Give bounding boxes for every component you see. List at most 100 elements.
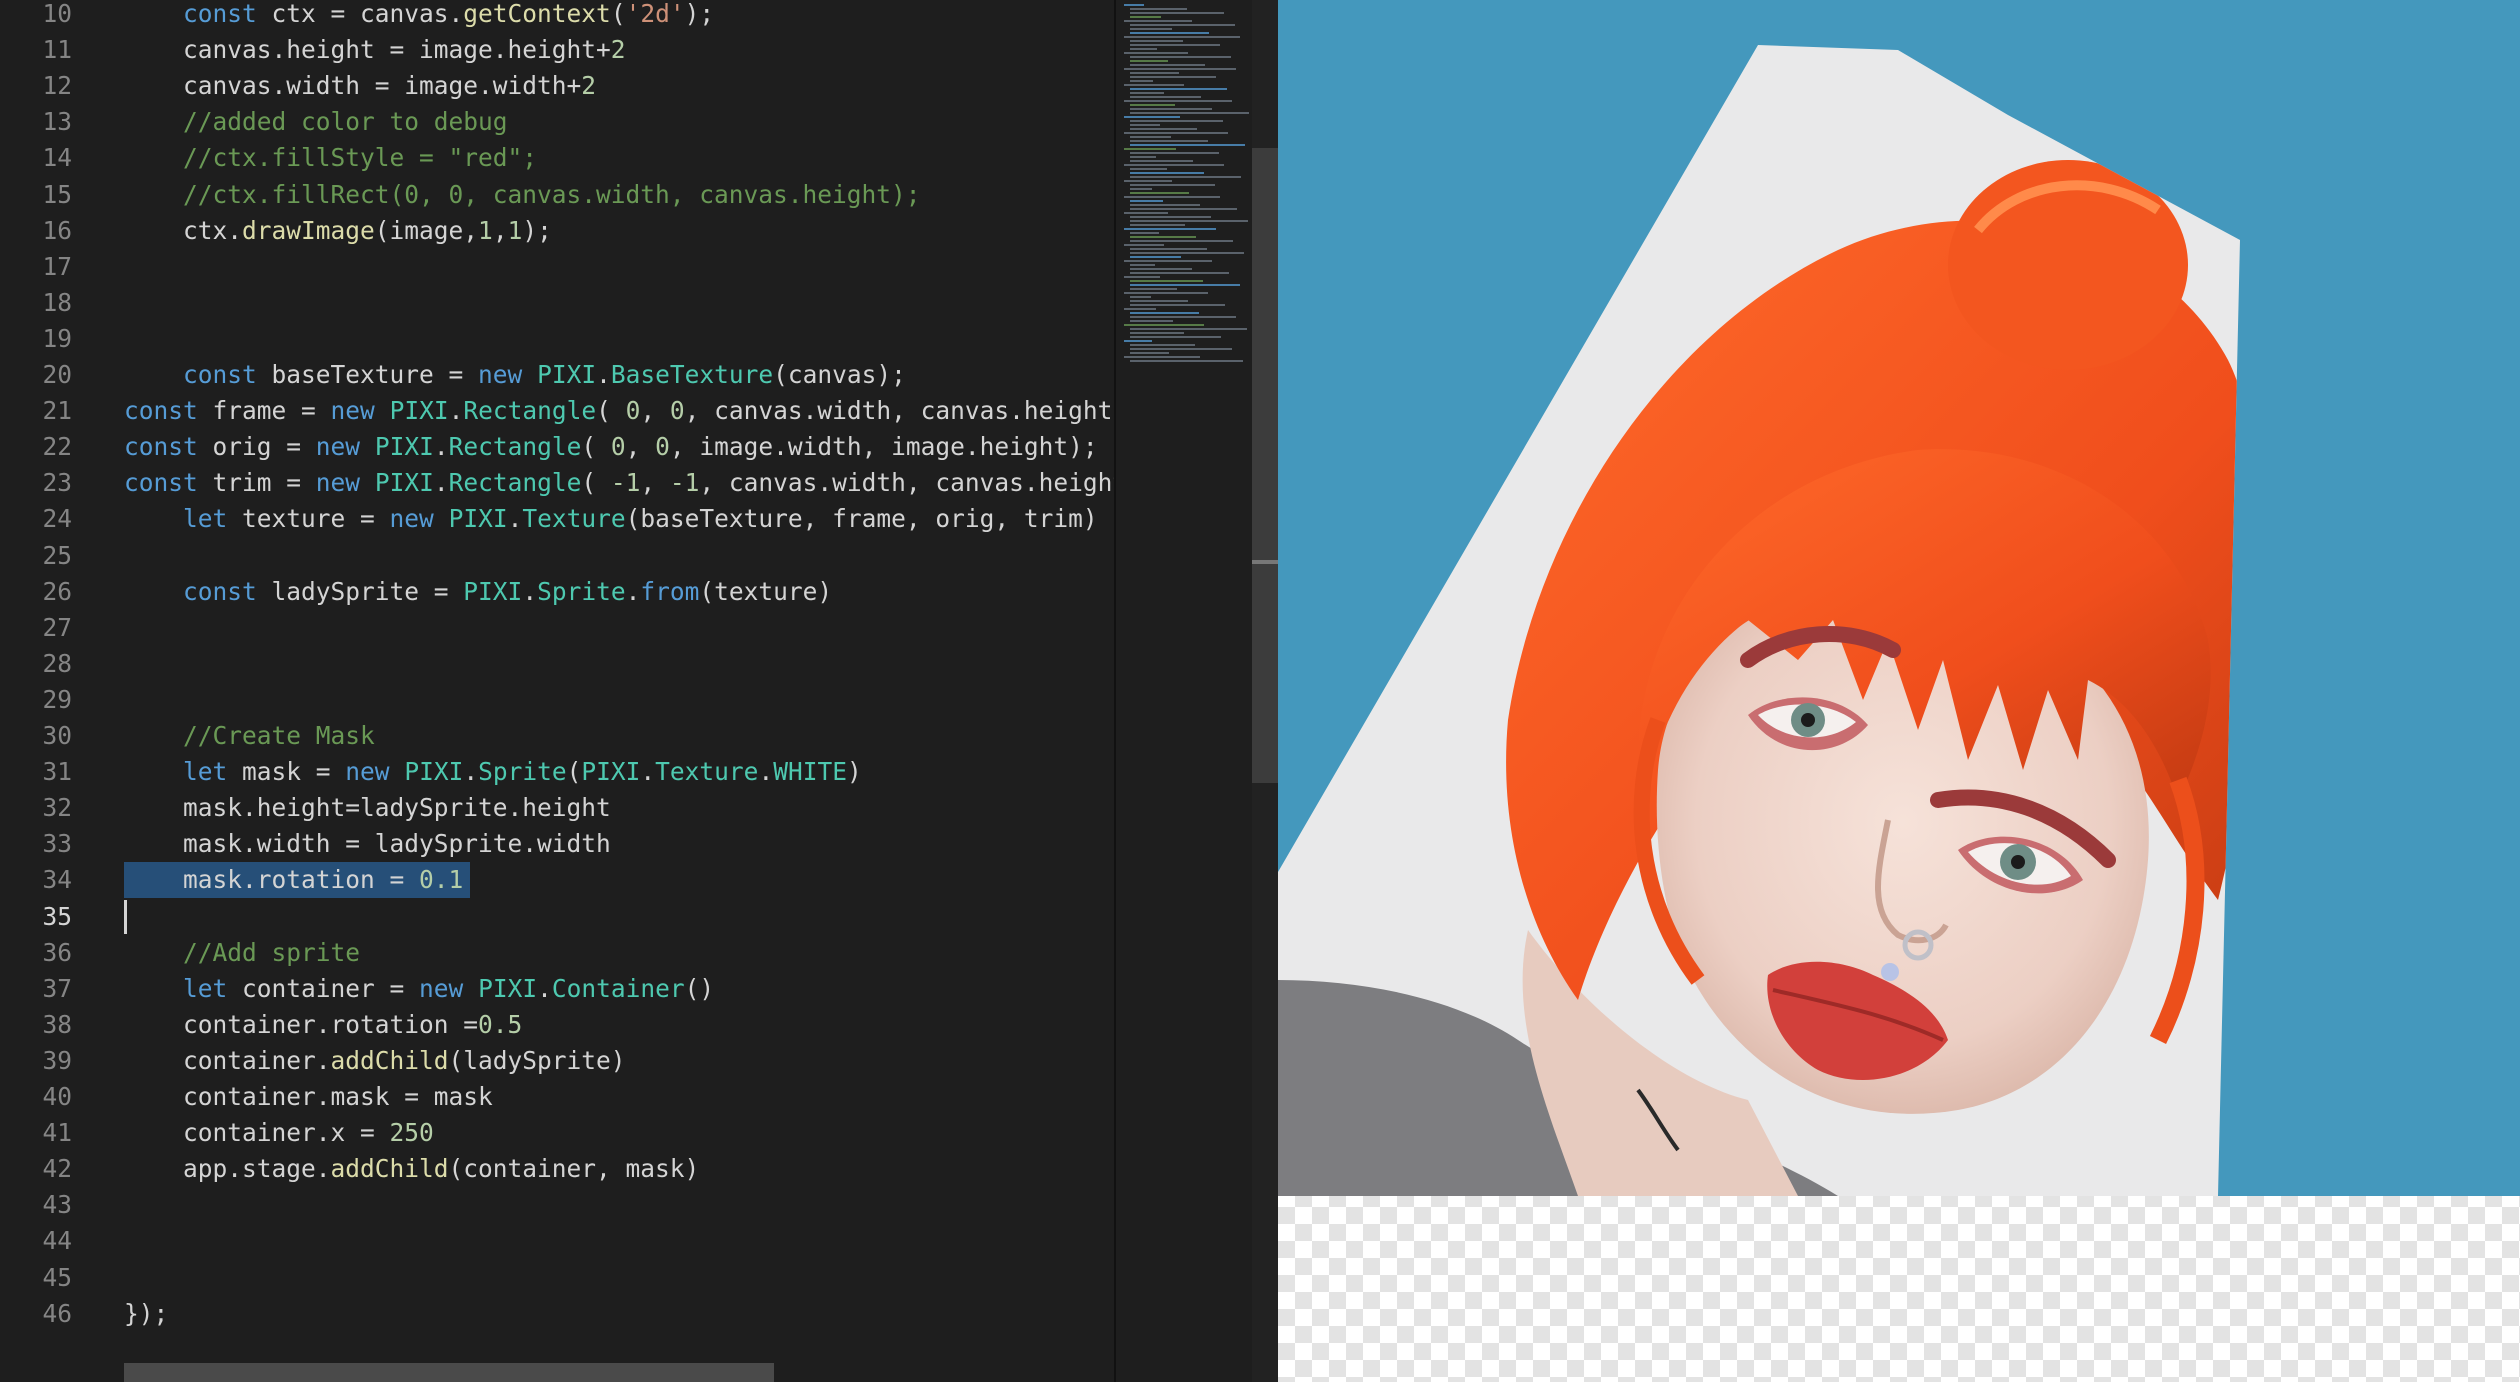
- code-token: .: [433, 468, 449, 498]
- code-token: 0.1: [419, 865, 464, 895]
- code-line[interactable]: 14 //ctx.fillStyle = "red";: [0, 140, 1114, 176]
- code-text: //Add sprite: [124, 935, 360, 971]
- code-token: Texture: [655, 757, 759, 787]
- code-line[interactable]: 33 mask.width = ladySprite.width: [0, 826, 1114, 862]
- line-number: 27: [42, 612, 72, 642]
- code-line[interactable]: 34 mask.rotation = 0.1: [0, 862, 1114, 898]
- code-token: getContext: [463, 0, 611, 28]
- code-token: .: [758, 757, 774, 787]
- line-number: 44: [42, 1226, 72, 1256]
- line-number: 29: [42, 684, 72, 714]
- code-token: 0: [610, 432, 626, 462]
- code-line[interactable]: 18: [0, 285, 1114, 321]
- code-line[interactable]: 44: [0, 1223, 1114, 1259]
- code-line[interactable]: 28: [0, 646, 1114, 682]
- line-number: 37: [42, 973, 72, 1003]
- code-editor[interactable]: 10 const ctx = canvas.getContext('2d'); 1…: [0, 0, 1114, 1382]
- code-line[interactable]: 40 container.mask = mask: [0, 1079, 1114, 1115]
- code-token: addChild: [330, 1154, 449, 1184]
- minimap-line: [1130, 312, 1199, 314]
- code-line[interactable]: 41 container.x = 250: [0, 1115, 1114, 1151]
- code-line[interactable]: 36 //Add sprite: [0, 935, 1114, 971]
- horizontal-scrollbar[interactable]: [124, 1363, 774, 1382]
- code-token: PIXI: [374, 468, 434, 498]
- code-line[interactable]: 29: [0, 682, 1114, 718]
- code-token: (ladySprite): [448, 1045, 626, 1075]
- code-line[interactable]: 24 let texture = new PIXI.Texture(baseTe…: [0, 501, 1114, 537]
- code-token: canvas.width = image.width+: [124, 71, 582, 101]
- code-token: const: [124, 432, 198, 462]
- minimap-line: [1124, 164, 1224, 166]
- line-number: 28: [42, 648, 72, 678]
- code-text: mask.rotation = 0.1: [124, 862, 463, 898]
- code-token: .: [640, 757, 656, 787]
- line-number: 20: [42, 360, 72, 389]
- code-line[interactable]: 42 app.stage.addChild(container, mask): [0, 1151, 1114, 1187]
- minimap-line: [1130, 296, 1151, 298]
- minimap-line: [1130, 80, 1153, 82]
- code-text: canvas.height = image.height+2: [124, 32, 626, 68]
- code-line[interactable]: 27: [0, 610, 1114, 646]
- minimap-line: [1130, 328, 1247, 330]
- line-number: 22: [42, 432, 72, 462]
- code-line[interactable]: 37 let container = new PIXI.Container(): [0, 971, 1114, 1007]
- minimap-line: [1130, 28, 1172, 30]
- code-line[interactable]: 16 ctx.drawImage(image,1,1);: [0, 213, 1114, 249]
- code-line[interactable]: 38 container.rotation =0.5: [0, 1007, 1114, 1043]
- code-token: .: [448, 396, 464, 426]
- minimap-line: [1130, 344, 1195, 346]
- minimap-line: [1124, 180, 1172, 182]
- minimap[interactable]: [1114, 0, 1254, 1382]
- code-token: });: [124, 1298, 169, 1328]
- code-token: , canvas.width, canvas.height): [699, 468, 1114, 498]
- code-token: (: [596, 396, 626, 426]
- code-line[interactable]: 26 const ladySprite = PIXI.Sprite.from(t…: [0, 574, 1114, 610]
- minimap-line: [1130, 304, 1225, 306]
- code-token: mask =: [227, 757, 346, 787]
- code-line[interactable]: 12 canvas.width = image.width+2: [0, 68, 1114, 104]
- code-line[interactable]: 13 //added color to debug: [0, 104, 1114, 140]
- code-line[interactable]: 46});: [0, 1296, 1114, 1332]
- code-token: let: [183, 973, 228, 1003]
- code-line[interactable]: 17: [0, 249, 1114, 285]
- minimap-line: [1130, 76, 1216, 78]
- code-line[interactable]: 20 const baseTexture = new PIXI.BaseText…: [0, 357, 1114, 393]
- vertical-scrollbar-thumb[interactable]: [1252, 148, 1278, 783]
- code-line[interactable]: 39 container.addChild(ladySprite): [0, 1043, 1114, 1079]
- code-line[interactable]: 25: [0, 538, 1114, 574]
- code-token: container.: [124, 1045, 331, 1075]
- code-line[interactable]: 35: [0, 899, 1114, 935]
- minimap-line: [1130, 104, 1175, 106]
- code-line[interactable]: 10 const ctx = canvas.getContext('2d');: [0, 0, 1114, 32]
- code-line[interactable]: 32 mask.height=ladySprite.height: [0, 790, 1114, 826]
- code-token: new: [315, 468, 361, 498]
- minimap-line: [1130, 40, 1183, 42]
- code-line[interactable]: 23 const trim = new PIXI.Rectangle( -1, -…: [0, 465, 1114, 501]
- minimap-line: [1130, 288, 1177, 290]
- code-token: Rectangle: [448, 432, 582, 462]
- code-line[interactable]: 30 //Create Mask: [0, 718, 1114, 754]
- code-line[interactable]: 21 const frame = new PIXI.Rectangle( 0, 0…: [0, 393, 1114, 429]
- code-line[interactable]: 31 let mask = new PIXI.Sprite(PIXI.Textu…: [0, 754, 1114, 790]
- code-line[interactable]: 45: [0, 1260, 1114, 1296]
- code-line[interactable]: 11 canvas.height = image.height+2: [0, 32, 1114, 68]
- code-text: const ladySprite = PIXI.Sprite.from(text…: [124, 574, 832, 610]
- code-token: const: [183, 360, 257, 389]
- minimap-line: [1124, 324, 1204, 326]
- code-line[interactable]: 15 //ctx.fillRect(0, 0, canvas.width, ca…: [0, 177, 1114, 213]
- code-token: mask.height=ladySprite.height: [124, 793, 611, 823]
- code-line[interactable]: 19: [0, 321, 1114, 357]
- minimap-line: [1124, 292, 1208, 294]
- code-token: 0.5: [478, 1009, 523, 1039]
- minimap-line: [1130, 204, 1200, 206]
- minimap-line: [1130, 72, 1179, 74]
- minimap-line: [1130, 12, 1224, 14]
- minimap-line: [1130, 216, 1211, 218]
- code-token: addChild: [330, 1045, 449, 1075]
- code-line[interactable]: 43: [0, 1187, 1114, 1223]
- code-line[interactable]: 22 const orig = new PIXI.Rectangle( 0, 0,…: [0, 429, 1114, 465]
- code-token: , image.width, image.height);: [669, 432, 1098, 462]
